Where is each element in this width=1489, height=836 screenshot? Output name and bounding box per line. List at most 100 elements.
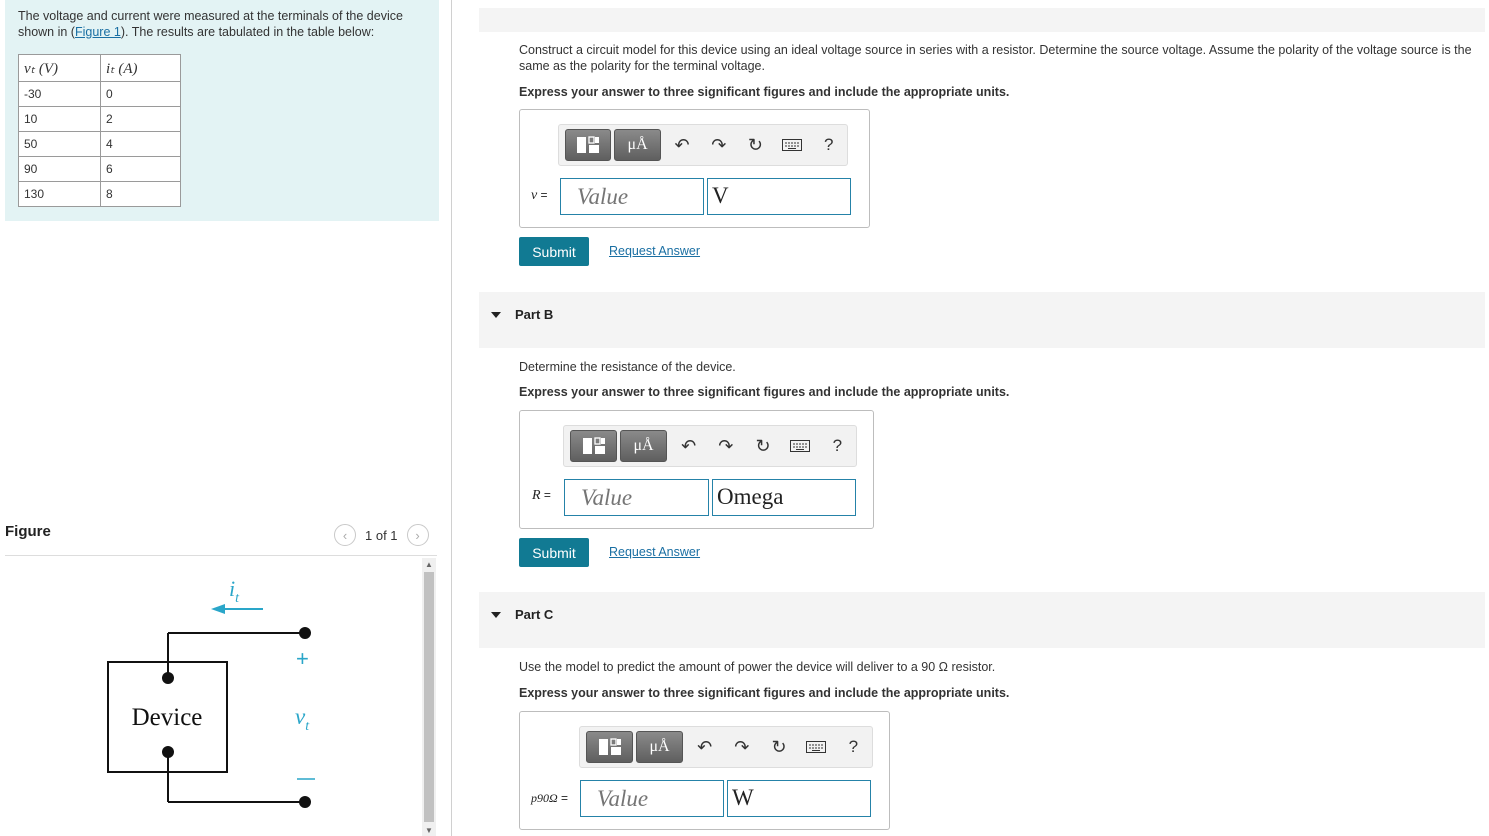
prev-figure-button[interactable]: ‹	[334, 524, 356, 546]
terminal-top	[299, 627, 311, 639]
problem-intro: The voltage and current were measured at…	[5, 0, 439, 221]
table-row: 130 8	[18, 181, 181, 207]
table-header-current: iₜ (A)	[100, 54, 181, 82]
table-cell: 90	[18, 156, 101, 182]
intro-text-b: ). The results are tabulated in the tabl…	[120, 25, 375, 39]
part-b-title: Part B	[515, 307, 554, 322]
part-a-header-bg	[479, 8, 1485, 32]
table-row: 50 4	[18, 131, 181, 157]
device-label: Device	[132, 704, 203, 731]
figure-count: 1 of 1	[365, 527, 398, 543]
templates-icon	[577, 136, 600, 153]
terminal-bottom	[299, 796, 311, 808]
units-button[interactable]: μÅ	[614, 129, 661, 161]
figure-divider	[5, 555, 437, 556]
help-icon[interactable]: ?	[819, 430, 856, 462]
part-c-title: Part C	[515, 607, 554, 622]
part-b-value-input[interactable]	[564, 479, 709, 516]
units-button[interactable]: μÅ	[636, 731, 684, 763]
part-c-value-input[interactable]	[580, 780, 724, 817]
keyboard-icon[interactable]	[774, 129, 811, 161]
part-b-answer-box: μÅ ↶ ↷ ↻ ? R = Omega	[519, 410, 874, 529]
help-icon[interactable]: ?	[810, 129, 847, 161]
device-circuit-figure: it Device + vt	[107, 576, 315, 808]
redo-icon[interactable]: ↷	[707, 430, 744, 462]
table-cell: 6	[100, 156, 181, 182]
chevron-left-icon: ‹	[342, 527, 348, 543]
collapse-triangle-icon	[491, 311, 501, 318]
part-c-header-bg	[479, 592, 1485, 648]
part-c-toolbar: μÅ ↶ ↷ ↻ ?	[579, 726, 873, 768]
part-a-variable: v =	[531, 188, 548, 203]
part-b-unit-input[interactable]: Omega	[712, 479, 856, 516]
part-a-answer-box: μÅ ↶ ↷ ↻ ? v = V	[519, 109, 870, 228]
templates-button[interactable]	[565, 129, 612, 161]
part-c-question: Use the model to predict the amount of p…	[519, 660, 996, 674]
keyboard-icon[interactable]	[782, 430, 819, 462]
table-row: 90 6	[18, 156, 181, 182]
table-cell: 10	[18, 106, 101, 132]
part-c-header[interactable]: Part C	[491, 607, 553, 622]
part-a-question: Construct a circuit model for this devic…	[519, 43, 1472, 73]
device-node-bottom	[162, 746, 174, 758]
intro-text: The voltage and current were measured at…	[18, 8, 426, 40]
part-b-variable: R =	[532, 488, 551, 503]
figure-title: Figure	[5, 523, 51, 540]
next-figure-button[interactable]: ›	[406, 524, 429, 546]
left-pane: The voltage and current were measured at…	[0, 0, 452, 836]
table-row: -30 0	[18, 81, 181, 107]
figure-link[interactable]: Figure 1	[75, 25, 121, 39]
device-node-top	[162, 672, 174, 684]
units-label: μÅ	[627, 136, 648, 153]
part-a-toolbar: μÅ ↶ ↷ ↻ ?	[558, 124, 848, 166]
part-a-submit-button[interactable]: Submit	[519, 237, 589, 266]
reset-icon[interactable]: ↻	[760, 731, 797, 763]
table-cell: 50	[18, 131, 101, 157]
figure-pager: ‹ 1 of 1 ›	[334, 524, 429, 546]
part-c-variable: p90Ω =	[531, 791, 569, 805]
undo-icon[interactable]: ↶	[664, 129, 701, 161]
templates-button[interactable]	[586, 731, 634, 763]
scroll-down-icon[interactable]: ▼	[425, 826, 433, 835]
undo-icon[interactable]: ↶	[670, 430, 707, 462]
reset-icon[interactable]: ↻	[737, 129, 774, 161]
templates-button[interactable]	[570, 430, 618, 462]
scroll-up-icon[interactable]: ▲	[425, 560, 433, 569]
table-cell: 130	[18, 181, 101, 207]
table-row: 10 2	[18, 106, 181, 132]
reset-icon[interactable]: ↻	[744, 430, 781, 462]
collapse-triangle-icon	[491, 611, 501, 618]
part-b-request-answer-link[interactable]: Request Answer	[609, 545, 700, 559]
table-cell: 2	[100, 106, 181, 132]
part-b-question: Determine the resistance of the device.	[519, 360, 736, 374]
part-c-answer-box: μÅ ↶ ↷ ↻ ? p90Ω = W	[519, 711, 890, 830]
table-cell: -30	[18, 81, 101, 107]
templates-icon	[582, 437, 605, 454]
current-label: it	[229, 576, 240, 606]
table-cell: 4	[100, 131, 181, 157]
part-a-value-input[interactable]	[560, 178, 704, 215]
part-c-unit-input[interactable]: W	[727, 780, 871, 817]
plus-sign: +	[296, 646, 309, 671]
part-b-toolbar: μÅ ↶ ↷ ↻ ?	[563, 425, 857, 467]
units-button[interactable]: μÅ	[620, 430, 668, 462]
templates-icon	[598, 738, 621, 755]
help-icon[interactable]: ?	[835, 731, 872, 763]
part-a-request-answer-link[interactable]: Request Answer	[609, 244, 700, 258]
current-arrow-head	[211, 604, 225, 614]
part-b-header-bg	[479, 292, 1485, 348]
redo-icon[interactable]: ↷	[700, 129, 737, 161]
undo-icon[interactable]: ↶	[686, 731, 723, 763]
part-b-header[interactable]: Part B	[491, 307, 553, 322]
voltage-label: vt	[295, 704, 310, 734]
redo-icon[interactable]: ↷	[723, 731, 760, 763]
part-b-submit-button[interactable]: Submit	[519, 538, 589, 567]
table-cell: 8	[100, 181, 181, 207]
part-c-instruction: Express your answer to three significant…	[519, 686, 1010, 700]
units-label: μÅ	[633, 437, 654, 454]
data-table: vₜ (V) iₜ (A) -30 0 10 2 50 4 90 6 130 8	[18, 54, 181, 207]
chevron-right-icon: ›	[415, 527, 420, 543]
keyboard-icon[interactable]	[798, 731, 835, 763]
scrollbar-thumb[interactable]	[424, 572, 434, 822]
part-a-unit-input[interactable]: V	[707, 178, 851, 215]
